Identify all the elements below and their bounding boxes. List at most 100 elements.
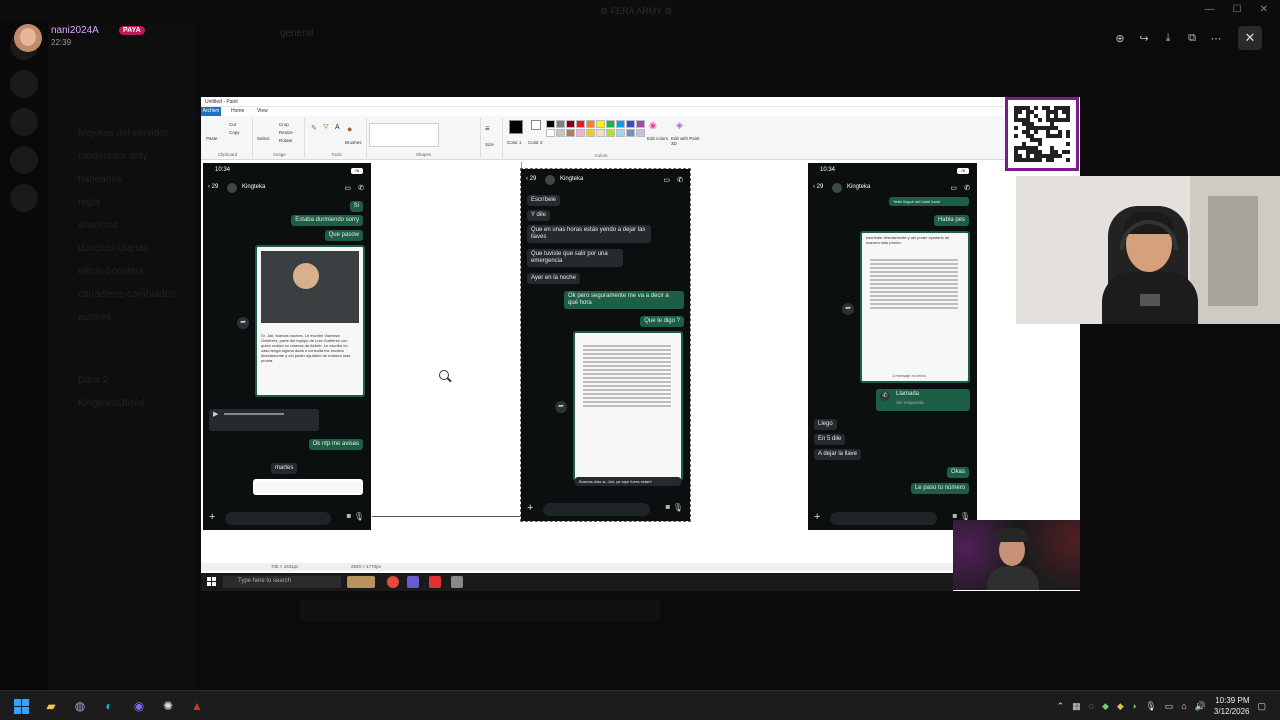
monitor-icon[interactable]: ▭: [1165, 701, 1174, 712]
tray-app-icon[interactable]: ▦: [1072, 701, 1081, 712]
download-icon[interactable]: ⤓: [1156, 28, 1180, 48]
maximize-icon[interactable]: ☐: [1233, 4, 1242, 15]
color-swatch[interactable]: [636, 120, 645, 128]
color-1-swatch[interactable]: [509, 120, 523, 134]
forward-icon: ➦: [237, 317, 249, 329]
phone-time: 10:34: [820, 167, 836, 173]
color-swatch[interactable]: [566, 129, 575, 137]
resize-button[interactable]: Resize: [279, 130, 293, 135]
color-swatch[interactable]: [576, 129, 585, 137]
color-swatch[interactable]: [546, 129, 555, 137]
app-icon[interactable]: ▲: [188, 697, 206, 715]
shared-screenshot[interactable]: Untitled - Paint Archivo Home View Paste…: [201, 97, 1080, 591]
color-swatch[interactable]: [586, 120, 595, 128]
color-swatch[interactable]: [556, 129, 565, 137]
discord-icon[interactable]: ◉: [130, 697, 148, 715]
inner-windows-icon: [207, 577, 216, 586]
message-bubble: Que tuviste que salir por una emergencia: [527, 249, 623, 267]
message-bubble: Le paso tu número: [910, 483, 969, 494]
notification-icon[interactable]: ▢: [1257, 701, 1266, 712]
tray-app-icon[interactable]: ◌: [1089, 701, 1094, 711]
message-bubble: Llego: [814, 419, 837, 430]
color-swatch[interactable]: [546, 120, 555, 128]
paste-button[interactable]: Paste: [206, 136, 218, 141]
clock[interactable]: 10:39 PM 3/12/2026: [1214, 695, 1250, 717]
pencil-icon[interactable]: ✎: [311, 124, 317, 132]
color-swatch[interactable]: [586, 129, 595, 137]
call-subtitle: Sin respuesta: [896, 400, 924, 405]
inner-paint-icon: [451, 576, 463, 588]
zoom-in-icon[interactable]: ⊕: [1108, 28, 1132, 48]
size-icon[interactable]: ≡: [485, 124, 490, 133]
color-2-button[interactable]: Color 2: [528, 140, 543, 145]
edit-colors-button[interactable]: Edit colors: [647, 136, 668, 141]
message-field: [830, 512, 937, 525]
close-viewer-button[interactable]: ✕: [1238, 26, 1262, 50]
inner-app-icon: [429, 576, 441, 588]
brushes-button[interactable]: Brushes: [345, 140, 362, 145]
more-icon[interactable]: ⋯: [1204, 28, 1228, 48]
volume-icon[interactable]: 🔊: [1195, 701, 1206, 712]
color-swatch[interactable]: [626, 120, 635, 128]
network-icon[interactable]: ⌂: [1181, 701, 1186, 711]
tab-home[interactable]: Home: [231, 107, 244, 116]
tray-app-icon[interactable]: ◆: [1117, 701, 1124, 712]
color-swatch[interactable]: [626, 129, 635, 137]
select-button[interactable]: Select: [257, 136, 270, 141]
color-swatch[interactable]: [596, 129, 605, 137]
copy-button[interactable]: Copy: [229, 130, 240, 135]
card-header-text: escríbale directamente y así poder ayuda…: [866, 235, 950, 245]
paint-3d-button[interactable]: Edit with Paint 3D: [671, 136, 701, 146]
play-icon: ▶: [213, 411, 219, 418]
cut-button[interactable]: Cut: [229, 122, 236, 127]
color-swatch[interactable]: [606, 120, 615, 128]
crop-button[interactable]: Crop: [279, 122, 289, 127]
color-swatch[interactable]: [596, 120, 605, 128]
qr-pattern: [1014, 106, 1070, 162]
start-button[interactable]: [12, 697, 30, 715]
steam-icon[interactable]: ◍: [71, 697, 89, 715]
file-explorer-icon[interactable]: ▰: [42, 697, 60, 715]
shapes-gallery[interactable]: [369, 123, 439, 147]
text-icon[interactable]: A: [335, 124, 340, 131]
color-swatch[interactable]: [616, 129, 625, 137]
minimize-icon[interactable]: —: [1205, 4, 1215, 15]
back-button: ‹ 29: [208, 184, 219, 190]
chat-input-bar: + ◙ 🎙: [203, 508, 371, 530]
tray-app-icon[interactable]: ◆: [1102, 701, 1109, 712]
color-2-swatch[interactable]: [531, 120, 541, 130]
group-size: ≡ Size: [483, 118, 503, 158]
chevron-up-icon[interactable]: ⌃: [1057, 701, 1065, 712]
color-swatch[interactable]: [556, 120, 565, 128]
size-button[interactable]: Size: [485, 142, 494, 147]
message-bubble: Estaba durmiendo sorry: [291, 215, 363, 226]
missed-call-icon: ✆: [880, 391, 890, 401]
color-swatch[interactable]: [566, 120, 575, 128]
rotate-button[interactable]: Rotate: [279, 138, 292, 143]
color-swatch[interactable]: [606, 129, 615, 137]
open-external-icon[interactable]: ⧉: [1180, 28, 1204, 48]
fill-icon[interactable]: ⛛: [323, 124, 329, 132]
message-bubble: Si: [349, 201, 363, 212]
mic-icon[interactable]: 🎙: [1145, 701, 1156, 712]
chat-input-bar: + ◙ 🎙: [521, 499, 690, 521]
nvidia-icon[interactable]: ◗: [1132, 701, 1137, 711]
screen: ⚙ FERA ARMY ⚙ Mejoras del servidor moder…: [0, 0, 1280, 720]
tab-file[interactable]: Archivo: [201, 107, 221, 116]
share-icon[interactable]: ↪: [1132, 28, 1156, 48]
close-window-icon[interactable]: ✕: [1260, 4, 1268, 15]
message-bubble: Habla pes: [933, 215, 969, 226]
color-swatch[interactable]: [636, 129, 645, 137]
edge-icon[interactable]: ◐: [100, 697, 118, 715]
phone-icon: ✆: [358, 185, 364, 192]
edit-colors-icon[interactable]: ◉: [649, 120, 657, 131]
chatgpt-icon[interactable]: ✺: [159, 697, 177, 715]
color-1-button[interactable]: Color 1: [507, 140, 522, 145]
tab-view[interactable]: View: [257, 107, 268, 116]
color-swatch[interactable]: [616, 120, 625, 128]
forwarded-screenshot: escríbale directamente y así poder ayuda…: [860, 231, 970, 383]
brushes-icon[interactable]: ●: [347, 124, 352, 134]
paint-3d-icon[interactable]: ◈: [676, 120, 683, 131]
chat-header: ‹ 29 Kingteka ▭ ✆: [521, 173, 690, 189]
color-swatch[interactable]: [576, 120, 585, 128]
